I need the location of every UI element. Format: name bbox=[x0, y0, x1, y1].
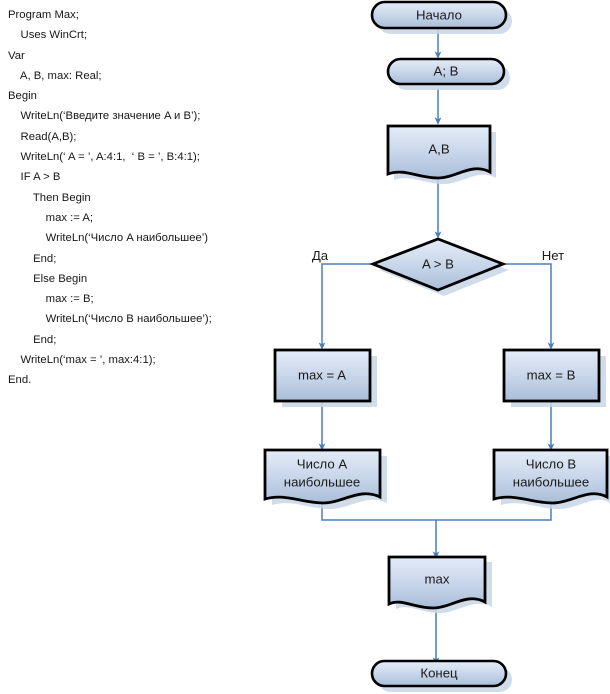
node-decision[interactable]: A > B bbox=[369, 237, 507, 292]
print-max-label: max bbox=[425, 571, 450, 586]
decision-label: A > B bbox=[422, 256, 454, 271]
connector-no-branch bbox=[502, 263, 555, 350]
flowchart-diagram: Начало A; B A,B A > B Да Нет max = A max bbox=[263, 0, 610, 692]
connector-yes-branch bbox=[318, 263, 373, 350]
print-a-label-line2: наибольшее bbox=[284, 474, 360, 489]
node-assign-a[interactable]: max = A bbox=[273, 348, 372, 403]
node-assign-b[interactable]: max = B bbox=[502, 348, 601, 403]
node-end[interactable]: Конец bbox=[370, 659, 508, 688]
assign-b-label: max = B bbox=[527, 367, 576, 382]
branch-label-no: Нет bbox=[542, 248, 564, 263]
read-ab-label: A,B bbox=[428, 141, 449, 156]
node-print-a[interactable]: Число A наибольшее bbox=[263, 448, 382, 505]
node-start[interactable]: Начало bbox=[370, 0, 508, 30]
start-label: Начало bbox=[416, 7, 462, 22]
branch-label-yes: Да bbox=[312, 248, 329, 263]
node-print-b[interactable]: Число B наибольшее bbox=[492, 448, 609, 505]
end-label: Конец bbox=[420, 665, 458, 680]
input-vars-label: A; B bbox=[434, 63, 459, 78]
node-input-vars[interactable]: A; B bbox=[386, 57, 506, 86]
print-a-label-line1: Число A bbox=[297, 456, 348, 471]
print-b-label-line2: наибольшее bbox=[513, 474, 589, 489]
assign-a-label: max = A bbox=[298, 367, 346, 382]
node-read-ab[interactable]: A,B bbox=[386, 124, 492, 180]
print-b-label-line1: Число B bbox=[526, 456, 577, 471]
flowchart-page: Program Max; Uses WinCrt; Var A, B, max: … bbox=[0, 0, 610, 694]
